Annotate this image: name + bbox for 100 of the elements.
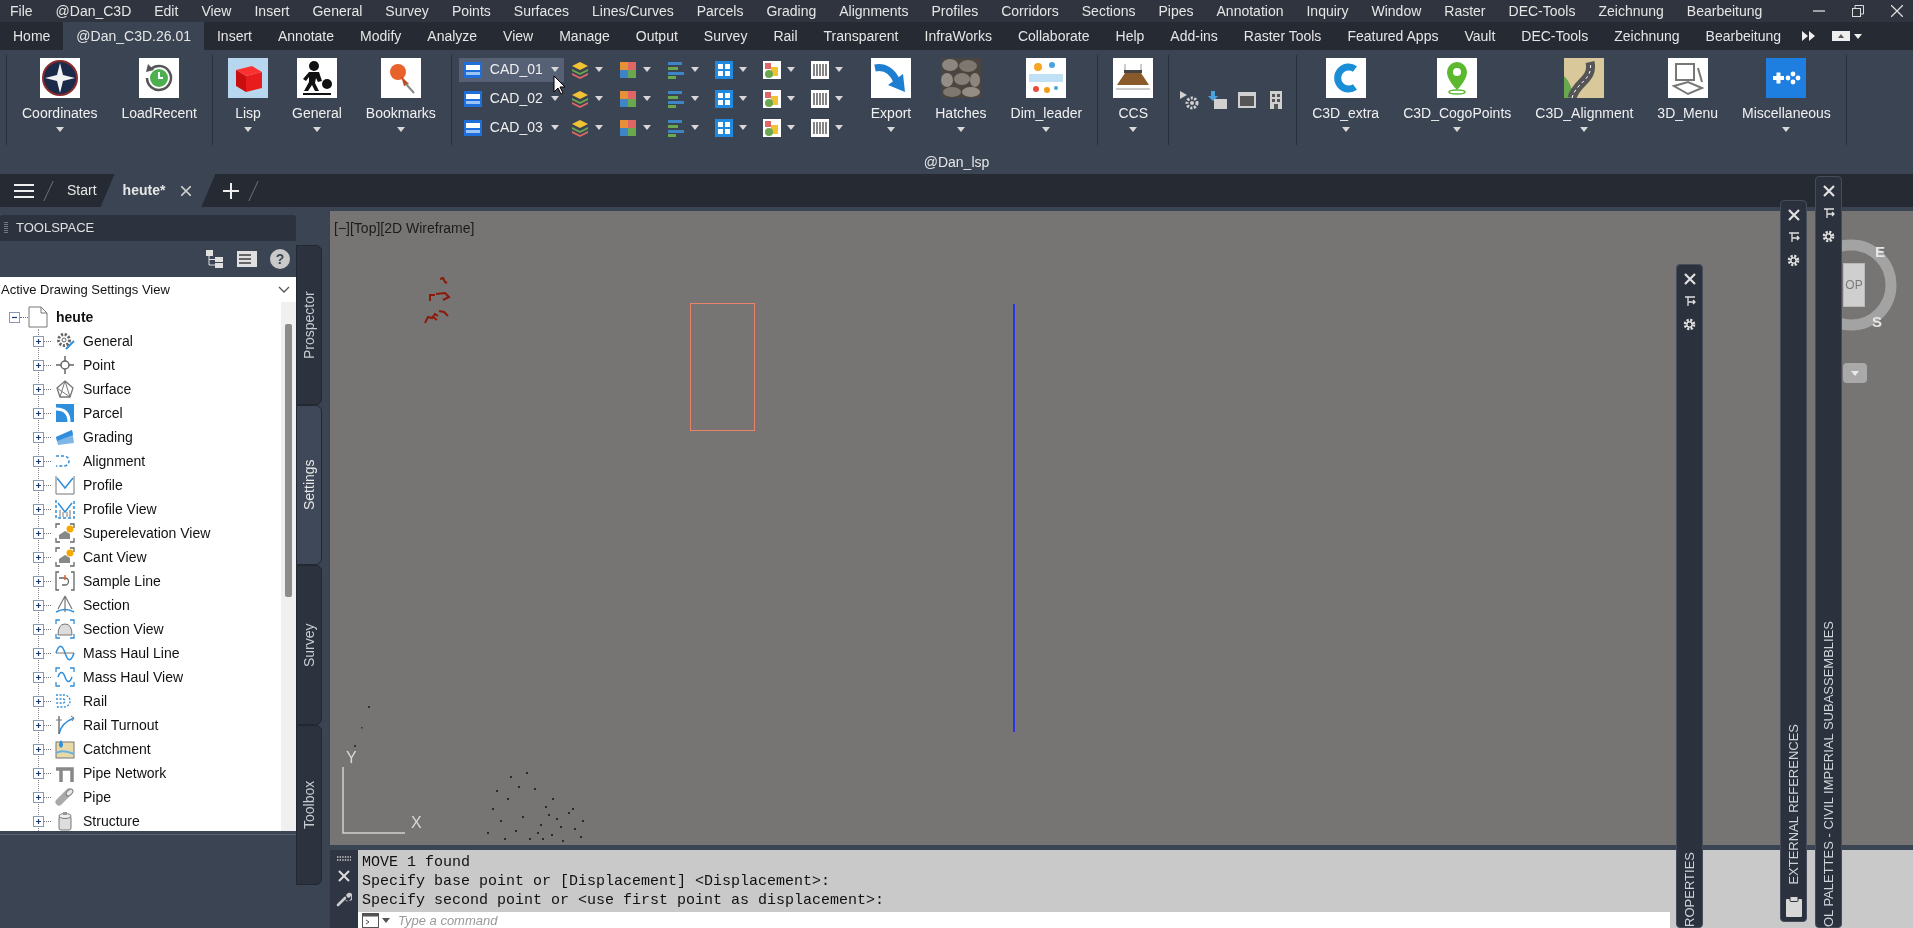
expand-icon[interactable]: [33, 335, 44, 347]
gear-icon[interactable]: [1787, 254, 1800, 267]
ribbon-tab[interactable]: Home: [0, 22, 64, 50]
menu-icon[interactable]: [14, 182, 34, 199]
tree-item[interactable]: Parcel: [83, 404, 123, 422]
collapse-icon[interactable]: [9, 311, 20, 323]
expand-icon[interactable]: [33, 791, 44, 803]
document-tab[interactable]: Start: [63, 174, 101, 207]
side-tab[interactable]: Prospector: [296, 245, 322, 405]
expand-icon[interactable]: [33, 575, 44, 587]
tree-item[interactable]: Catchment: [83, 740, 151, 758]
ribbon-button[interactable]: General: [280, 55, 354, 132]
expand-icon[interactable]: [33, 383, 44, 395]
pin-icon[interactable]: [1683, 296, 1696, 307]
menu-item[interactable]: View: [201, 2, 232, 20]
ribbon-tab[interactable]: DEC-Tools: [1508, 22, 1602, 50]
ribbon-button[interactable]: Hatches: [923, 55, 999, 132]
palette-title[interactable]: ROPERTIES: [1683, 852, 1696, 927]
menu-item[interactable]: Zeichnung: [1598, 2, 1664, 20]
menu-item[interactable]: Survey: [385, 2, 429, 20]
viewport-control[interactable]: [−]: [334, 220, 350, 237]
ribbon-button[interactable]: LoadRecent: [109, 55, 209, 122]
menu-item[interactable]: File: [10, 2, 33, 20]
ribbon-button[interactable]: C3D_CogoPoints: [1391, 55, 1524, 132]
tree-item[interactable]: General: [83, 332, 133, 350]
grip-icon[interactable]: [337, 856, 351, 861]
menu-item[interactable]: General: [312, 2, 363, 20]
expand-icon[interactable]: [33, 671, 44, 683]
menu-item[interactable]: Insert: [254, 2, 290, 20]
ribbon-tab[interactable]: Add-ins: [1157, 22, 1231, 50]
menu-item[interactable]: DEC-Tools: [1508, 2, 1576, 20]
tree-view-icon[interactable]: [205, 249, 224, 269]
pin-icon[interactable]: [1822, 208, 1835, 219]
ribbon-button[interactable]: Lisp: [216, 55, 280, 132]
close-icon[interactable]: [1683, 273, 1696, 285]
ribbon-tab[interactable]: Raster Tools: [1230, 22, 1335, 50]
side-tab[interactable]: Survey: [296, 565, 322, 725]
tree-item[interactable]: Mass Haul View: [83, 668, 184, 686]
ribbon-tab[interactable]: Vault: [1451, 22, 1509, 50]
ribbon-tab[interactable]: Survey: [690, 22, 761, 50]
document-tab[interactable]: heute*: [100, 174, 216, 207]
tree-item[interactable]: Pipe Network: [83, 764, 167, 782]
ribbon-button[interactable]: Export: [858, 55, 924, 132]
menu-item[interactable]: Parcels: [696, 2, 744, 20]
scrollbar-track[interactable]: [281, 302, 296, 831]
tree-item[interactable]: Structure: [83, 812, 140, 830]
side-tab[interactable]: Toolbox: [296, 725, 322, 885]
close-icon[interactable]: [1891, 5, 1903, 17]
ribbon-tab[interactable]: Analyze: [414, 22, 491, 50]
viewport-control[interactable]: [2D Wireframe]: [380, 220, 475, 237]
expand-icon[interactable]: [33, 551, 44, 563]
ribbon-tab[interactable]: Insert: [204, 22, 265, 50]
expand-icon[interactable]: [33, 815, 44, 827]
ribbon-tab[interactable]: Help: [1102, 22, 1158, 50]
tree-item[interactable]: Point: [83, 356, 115, 374]
pin-icon[interactable]: [1787, 232, 1800, 243]
wrench-icon[interactable]: [336, 891, 352, 907]
command-history-button[interactable]: [358, 912, 394, 928]
expand-icon[interactable]: [33, 623, 44, 635]
side-tab[interactable]: Settings: [296, 405, 322, 565]
ribbon-tab[interactable]: InfraWorks: [911, 22, 1005, 50]
tree-item[interactable]: Rail: [83, 692, 108, 710]
ribbon-tab[interactable]: Collaborate: [1004, 22, 1103, 50]
close-icon[interactable]: [1822, 185, 1835, 197]
ribbon-button[interactable]: 3D_Menu: [1645, 55, 1731, 122]
expand-icon[interactable]: [33, 695, 44, 707]
menu-item[interactable]: @Dan_C3D: [55, 2, 132, 20]
command-input[interactable]: Type a command: [394, 912, 1670, 928]
restore-icon[interactable]: [1852, 5, 1864, 17]
menu-item[interactable]: Window: [1371, 2, 1422, 20]
ribbon-button[interactable]: Miscellaneous: [1730, 55, 1843, 132]
expand-icon[interactable]: [33, 503, 44, 515]
scrollbar-thumb[interactable]: [285, 324, 292, 597]
menu-item[interactable]: Surfaces: [513, 2, 570, 20]
menu-item[interactable]: Corridors: [1001, 2, 1059, 20]
tree-item[interactable]: Surface: [83, 380, 132, 398]
ribbon-tab[interactable]: Output: [622, 22, 691, 50]
menu-item[interactable]: Annotation: [1216, 2, 1284, 20]
tree-item[interactable]: Section View: [83, 620, 164, 638]
ribbon-button[interactable]: Dim_leader: [998, 55, 1095, 132]
viewport-control[interactable]: [Top]: [349, 220, 381, 237]
menu-item[interactable]: Sections: [1081, 2, 1136, 20]
tree-item[interactable]: Profile View: [83, 500, 157, 518]
tree-item[interactable]: Section: [83, 596, 130, 614]
ribbon-button[interactable]: C3D_Alignment: [1523, 55, 1646, 132]
expand-icon[interactable]: [33, 431, 44, 443]
close-icon[interactable]: [338, 870, 350, 882]
window-icon[interactable]: [1237, 90, 1258, 110]
tree-item[interactable]: Alignment: [83, 452, 146, 470]
expand-icon[interactable]: [33, 767, 44, 779]
menu-item[interactable]: Lines/Curves: [592, 2, 674, 20]
ribbon-tab[interactable]: @Dan_C3D.26.01: [63, 22, 204, 50]
tree-item[interactable]: Pipe: [83, 788, 112, 806]
tree-item[interactable]: Superelevation View: [83, 524, 211, 542]
view-dropdown[interactable]: Active Drawing Settings View: [0, 277, 296, 302]
menu-item[interactable]: Grading: [766, 2, 817, 20]
ribbon-button[interactable]: CAD_01: [458, 57, 564, 82]
tree-item[interactable]: Grading: [83, 428, 133, 446]
expand-icon[interactable]: [33, 479, 44, 491]
menu-item[interactable]: Alignments: [839, 2, 909, 20]
